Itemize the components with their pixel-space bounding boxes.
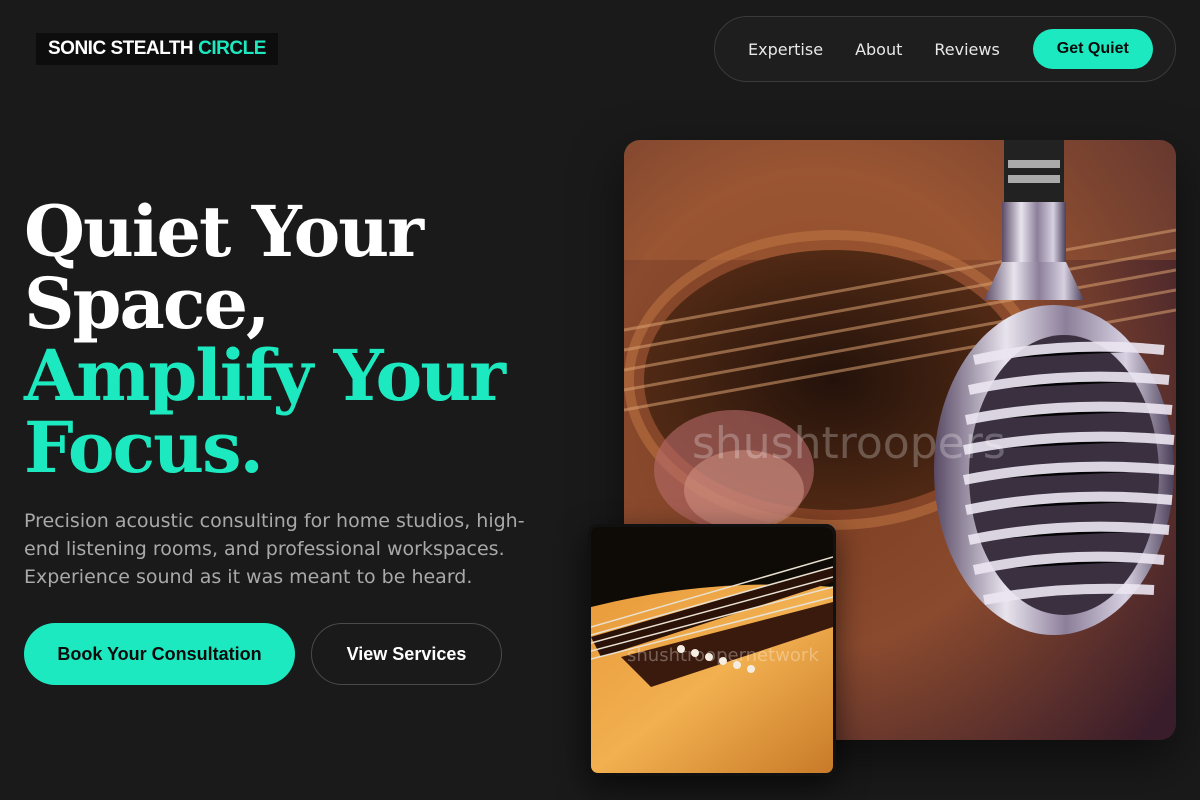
- top-navigation: Expertise About Reviews Get Quiet: [714, 16, 1176, 82]
- headline-line-accent: Amplify Your: [24, 334, 506, 417]
- hero-description: Precision acoustic consulting for home s…: [24, 510, 525, 588]
- headline-line-accent: Focus.: [24, 406, 264, 489]
- headline-line: Quiet Your: [24, 190, 424, 273]
- nav-link-about[interactable]: About: [855, 40, 902, 59]
- nav-link-reviews[interactable]: Reviews: [934, 40, 999, 59]
- hero-headline: Quiet Your Space, Amplify Your Focus.: [24, 190, 506, 489]
- book-consultation-button[interactable]: Book Your Consultation: [24, 623, 295, 685]
- headline-line: Space,: [24, 262, 270, 345]
- view-services-button[interactable]: View Services: [311, 623, 502, 685]
- get-quiet-button[interactable]: Get Quiet: [1032, 29, 1153, 69]
- brand-logo[interactable]: SONIC STEALTH CIRCLE: [36, 33, 278, 65]
- small-image-watermark: shushtroopernetwork: [627, 645, 819, 666]
- nav-link-expertise[interactable]: Expertise: [748, 40, 823, 59]
- main-image-watermark: shushtroopers: [692, 418, 1006, 469]
- hero-image-guitar-bridge: shushtroopernetwork: [588, 524, 836, 776]
- brand-name-accent: CIRCLE: [198, 38, 266, 59]
- brand-name: SONIC STEALTH: [48, 38, 194, 59]
